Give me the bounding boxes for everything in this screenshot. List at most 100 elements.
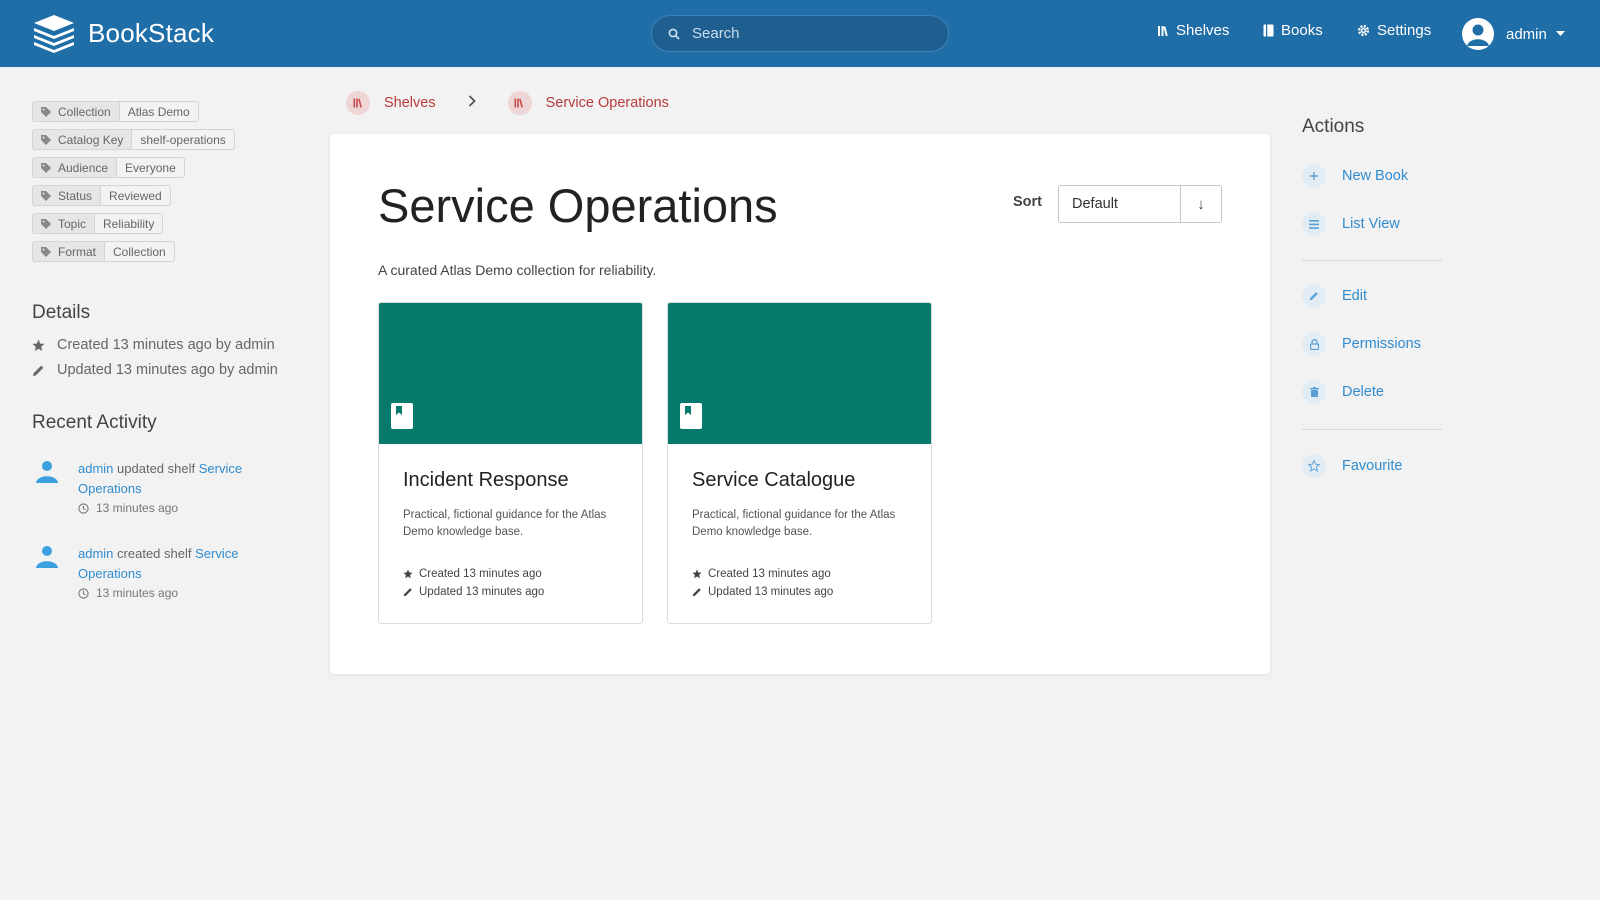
activity-action: created shelf	[117, 546, 192, 561]
bookstack-logo-icon	[34, 15, 74, 53]
tag-icon	[41, 246, 51, 257]
breadcrumb-shelves[interactable]: Shelves	[384, 95, 436, 111]
search-input[interactable]	[692, 25, 932, 42]
tag-name[interactable]: Collection	[32, 101, 120, 122]
activity-item: admin updated shelf Service Operations 1…	[32, 459, 272, 515]
book-card[interactable]: Incident Response Practical, fictional g…	[378, 302, 643, 624]
sort-direction-button[interactable]: ↓	[1181, 186, 1221, 222]
lock-icon	[1302, 332, 1326, 356]
book-updated: Updated 13 minutes ago	[403, 586, 544, 598]
detail-updated-text: Updated 13 minutes ago by admin	[57, 362, 278, 378]
nav-settings[interactable]: Settings	[1357, 22, 1431, 39]
shelves-icon	[507, 91, 532, 115]
chevron-down-icon	[1555, 31, 1565, 36]
nav-books-label: Books	[1281, 22, 1323, 39]
tag-value[interactable]: shelf-operations	[132, 129, 235, 150]
delete-label: Delete	[1342, 384, 1384, 400]
tag-value[interactable]: Reviewed	[101, 185, 171, 206]
shelves-icon	[346, 91, 370, 115]
book-icon	[391, 403, 413, 429]
tag-name[interactable]: Audience	[32, 157, 118, 178]
activity-text: admin created shelf Service Operations	[78, 544, 272, 584]
tag-name[interactable]: Format	[32, 241, 106, 262]
actions-heading: Actions	[1302, 116, 1365, 137]
new-book-action[interactable]: New Book	[1302, 164, 1408, 188]
tag-item[interactable]: Status Reviewed	[32, 185, 235, 206]
pencil-icon	[33, 365, 44, 376]
star-icon	[1302, 454, 1326, 478]
tag-name[interactable]: Topic	[32, 213, 96, 234]
star-icon	[32, 339, 45, 351]
star-icon	[692, 569, 702, 579]
search-bar[interactable]	[651, 15, 949, 52]
pencil-icon	[403, 588, 412, 597]
divider	[1302, 429, 1442, 430]
breadcrumb: Shelves Service Operations	[346, 91, 669, 115]
activity-user-link[interactable]: admin	[78, 546, 113, 561]
user-menu[interactable]: admin	[1462, 18, 1565, 50]
detail-updated: Updated 13 minutes ago by admin	[32, 362, 278, 378]
tag-icon	[41, 162, 51, 173]
book-description: Practical, fictional guidance for the At…	[403, 509, 607, 538]
book-description: Practical, fictional guidance for the At…	[692, 509, 896, 538]
detail-created-text: Created 13 minutes ago by admin	[57, 337, 275, 353]
tag-name[interactable]: Status	[32, 185, 102, 206]
permissions-action[interactable]: Permissions	[1302, 332, 1421, 356]
tag-icon	[41, 218, 51, 229]
book-icon	[680, 403, 702, 429]
book-cover	[668, 303, 931, 444]
favourite-label: Favourite	[1342, 458, 1403, 474]
tag-item[interactable]: Audience Everyone	[32, 157, 235, 178]
delete-action[interactable]: Delete	[1302, 380, 1384, 404]
recent-activity-heading: Recent Activity	[32, 412, 157, 433]
nav-shelves[interactable]: Shelves	[1157, 22, 1229, 39]
nav-books[interactable]: Books	[1263, 22, 1323, 39]
list-view-action[interactable]: List View	[1302, 212, 1400, 236]
nav-settings-label: Settings	[1377, 22, 1432, 39]
tag-value[interactable]: Collection	[105, 241, 175, 262]
details-heading: Details	[32, 302, 91, 323]
book-icon	[1263, 24, 1274, 37]
shelves-icon	[1158, 25, 1168, 36]
permissions-label: Permissions	[1342, 336, 1421, 352]
new-book-label: New Book	[1342, 168, 1409, 184]
tag-item[interactable]: Catalog Key shelf-operations	[32, 129, 235, 150]
shelf-content-card: Service Operations Sort Default ↓ A cura…	[330, 134, 1270, 674]
book-created: Created 13 minutes ago	[403, 568, 542, 580]
pencil-icon	[1302, 284, 1326, 308]
book-updated-text: Updated 13 minutes ago	[419, 586, 545, 598]
pencil-icon	[692, 588, 701, 597]
tag-item[interactable]: Topic Reliability	[32, 213, 235, 234]
tag-value[interactable]: Reliability	[95, 213, 164, 234]
clock-icon	[78, 502, 89, 514]
activity-user-link[interactable]: admin	[78, 461, 113, 476]
sort-select[interactable]: Default	[1059, 186, 1181, 222]
app-name: BookStack	[88, 17, 215, 48]
tag-value[interactable]: Atlas Demo	[119, 101, 199, 122]
gear-icon	[1357, 24, 1370, 37]
top-header: BookStack Shelves Books Settings	[0, 0, 1600, 67]
tag-name-text: Collection	[58, 104, 111, 119]
book-created: Created 13 minutes ago	[692, 568, 831, 580]
clock-icon	[78, 587, 89, 599]
tag-item[interactable]: Format Collection	[32, 241, 235, 262]
favourite-action[interactable]: Favourite	[1302, 454, 1402, 478]
user-name: admin	[1506, 25, 1547, 43]
divider	[1302, 260, 1442, 261]
user-icon	[1467, 24, 1489, 46]
tag-item[interactable]: Collection Atlas Demo	[32, 101, 235, 122]
app-logo[interactable]: BookStack	[32, 13, 214, 53]
breadcrumb-current-shelf[interactable]: Service Operations	[546, 95, 669, 111]
chevron-right-icon	[468, 95, 476, 111]
nav-shelves-label: Shelves	[1176, 22, 1230, 39]
plus-icon	[1302, 164, 1326, 188]
page-title: Service Operations	[378, 179, 778, 232]
book-card[interactable]: Service Catalogue Practical, fictional g…	[667, 302, 932, 624]
list-icon	[1302, 212, 1326, 236]
activity-time-text: 13 minutes ago	[96, 586, 179, 600]
tag-list: Collection Atlas Demo Catalog Key shelf-…	[32, 101, 235, 269]
activity-time: 13 minutes ago	[78, 501, 272, 515]
edit-action[interactable]: Edit	[1302, 284, 1367, 308]
tag-name[interactable]: Catalog Key	[32, 129, 133, 150]
tag-value[interactable]: Everyone	[117, 157, 185, 178]
